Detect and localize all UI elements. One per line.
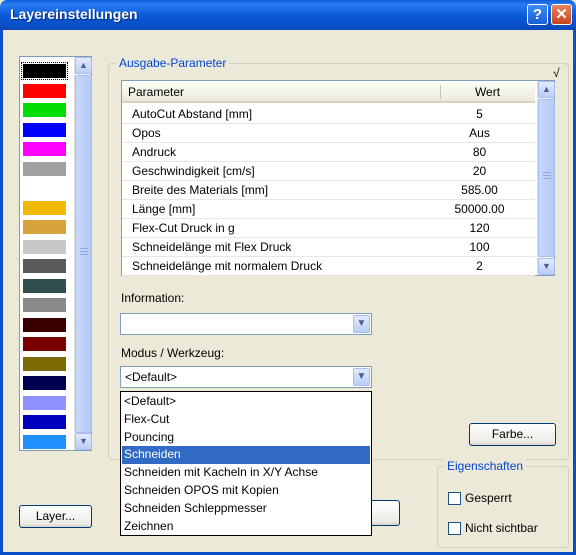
properties-legend: Eigenschaften (444, 459, 527, 473)
table-row[interactable]: AutoCut Abstand [mm] 5 (122, 105, 535, 124)
parameter-value[interactable]: 100 (442, 240, 517, 254)
color-swatch[interactable] (23, 434, 66, 449)
color-swatch[interactable] (23, 278, 66, 293)
parameter-value[interactable]: 5 (442, 107, 517, 121)
group-legend: Ausgabe-Parameter (116, 56, 230, 70)
table-row[interactable]: Andruck 80 (122, 143, 535, 162)
table-scroll-thumb[interactable] (538, 99, 555, 257)
parameter-name: AutoCut Abstand [mm] (132, 107, 253, 121)
dropdown-option[interactable]: Schneiden mit Kacheln in X/Y Achse (122, 464, 370, 482)
parameter-name: Schneidelänge mit normalem Druck (132, 259, 323, 273)
table-header: Parameter Wert (122, 81, 535, 103)
dropdown-option[interactable]: Schneiden (122, 446, 370, 465)
chevron-down-icon[interactable]: ▼ (353, 368, 370, 386)
mode-label: Modus / Werkzeug: (121, 346, 225, 360)
scroll-up-button[interactable]: ▲ (75, 57, 92, 74)
dropdown-option[interactable]: Schneiden OPOS mit Kopien (122, 482, 370, 500)
parameter-value[interactable]: 2 (442, 259, 517, 273)
color-swatch[interactable] (23, 142, 66, 156)
color-swatch[interactable] (23, 317, 66, 332)
color-swatch[interactable] (23, 200, 66, 215)
parameter-name: Andruck (132, 145, 177, 159)
parameter-name: Geschwindigkeit [cm/s] (132, 164, 255, 178)
table-row[interactable]: Länge [mm] 50000.00 (122, 200, 535, 219)
help-button[interactable]: ? (527, 4, 548, 25)
color-button[interactable]: Farbe... (469, 423, 556, 446)
table-scroll-down-button[interactable]: ▼ (538, 258, 555, 275)
chevron-down-icon[interactable]: ▼ (353, 315, 370, 333)
layer-button-label: Layer... (35, 509, 76, 523)
table-row[interactable]: Schneidelänge mit normalem Druck 2 (122, 257, 535, 276)
dropdown-option[interactable]: Pouncing (122, 429, 370, 447)
color-swatch[interactable] (23, 259, 66, 273)
header-value[interactable]: Wert (440, 81, 535, 103)
color-swatch[interactable] (23, 356, 66, 371)
close-button[interactable]: ✕ (551, 4, 572, 25)
color-button-label: Farbe... (491, 427, 534, 441)
parameter-name: Schneidelänge mit Flex Druck (132, 240, 292, 254)
mode-combo[interactable]: <Default> ▼ (120, 366, 372, 388)
parameter-value[interactable]: Aus (442, 126, 517, 140)
parameter-name: Flex-Cut Druck in g (132, 221, 235, 235)
mode-dropdown-list[interactable]: <Default> Flex-Cut Pouncing Schneiden Schnei… (120, 391, 372, 536)
color-swatch[interactable] (23, 376, 66, 390)
color-swatch[interactable] (23, 415, 66, 429)
table-scroll-up-button[interactable]: ▲ (538, 81, 555, 98)
parameter-value[interactable]: 50000.00 (442, 202, 517, 216)
color-swatch[interactable] (23, 83, 66, 98)
table-row[interactable]: Geschwindigkeit [cm/s] 20 (122, 162, 535, 181)
color-list-scrollbar[interactable]: ▲ ▼ (74, 57, 92, 450)
table-row[interactable]: Flex-Cut Druck in g 120 (122, 219, 535, 238)
properties-group (437, 466, 569, 548)
table-row[interactable]: Breite des Materials [mm] 585.00 (122, 181, 535, 200)
dropdown-option[interactable]: Zeichnen (122, 518, 370, 536)
color-swatch[interactable] (23, 239, 66, 254)
dropdown-option[interactable]: Schneiden Schleppmesser (122, 500, 370, 518)
color-swatch[interactable] (23, 103, 66, 117)
parameter-value[interactable]: 120 (442, 221, 517, 235)
information-combo[interactable]: ▼ (120, 313, 372, 335)
color-swatch[interactable] (23, 161, 66, 176)
information-label: Information: (121, 291, 185, 305)
locked-label[interactable]: Gesperrt (465, 491, 512, 505)
parameter-value[interactable]: 585.00 (442, 183, 517, 197)
parameter-table[interactable]: Parameter Wert AutoCut Abstand [mm] 5 Opos… (121, 80, 555, 276)
check-icon[interactable]: √ (553, 66, 560, 80)
parameter-name: Breite des Materials [mm] (132, 183, 269, 197)
title-bar: Layereinstellungen ? ✕ (0, 0, 576, 30)
hidden-label[interactable]: Nicht sichtbar (465, 521, 538, 535)
parameter-value[interactable]: 80 (442, 145, 517, 159)
dropdown-option[interactable]: <Default> (122, 393, 370, 411)
color-swatch[interactable] (21, 62, 68, 80)
color-swatch[interactable] (23, 298, 66, 312)
window-title: Layereinstellungen (10, 6, 138, 22)
scroll-down-button[interactable]: ▼ (75, 433, 92, 450)
color-swatch[interactable] (23, 122, 66, 137)
parameter-value[interactable]: 20 (442, 164, 517, 178)
table-row[interactable]: Schneidelänge mit Flex Druck 100 (122, 238, 535, 257)
color-swatch[interactable] (23, 395, 66, 410)
table-scrollbar[interactable]: ▲ ▼ (537, 81, 555, 275)
scroll-thumb[interactable] (75, 75, 92, 433)
parameter-name: Länge [mm] (132, 202, 196, 216)
color-swatch[interactable] (23, 220, 66, 234)
dropdown-option[interactable]: Flex-Cut (122, 411, 370, 429)
layer-color-list[interactable]: ▲ ▼ (19, 56, 92, 451)
mode-selected-value: <Default> (125, 370, 178, 384)
layer-button[interactable]: Layer... (19, 505, 92, 528)
parameter-name: Opos (132, 126, 161, 140)
color-swatch[interactable] (23, 337, 66, 351)
locked-checkbox[interactable] (448, 492, 461, 505)
header-parameter[interactable]: Parameter (122, 81, 440, 103)
hidden-checkbox[interactable] (448, 522, 461, 535)
table-row[interactable]: Opos Aus (122, 124, 535, 143)
